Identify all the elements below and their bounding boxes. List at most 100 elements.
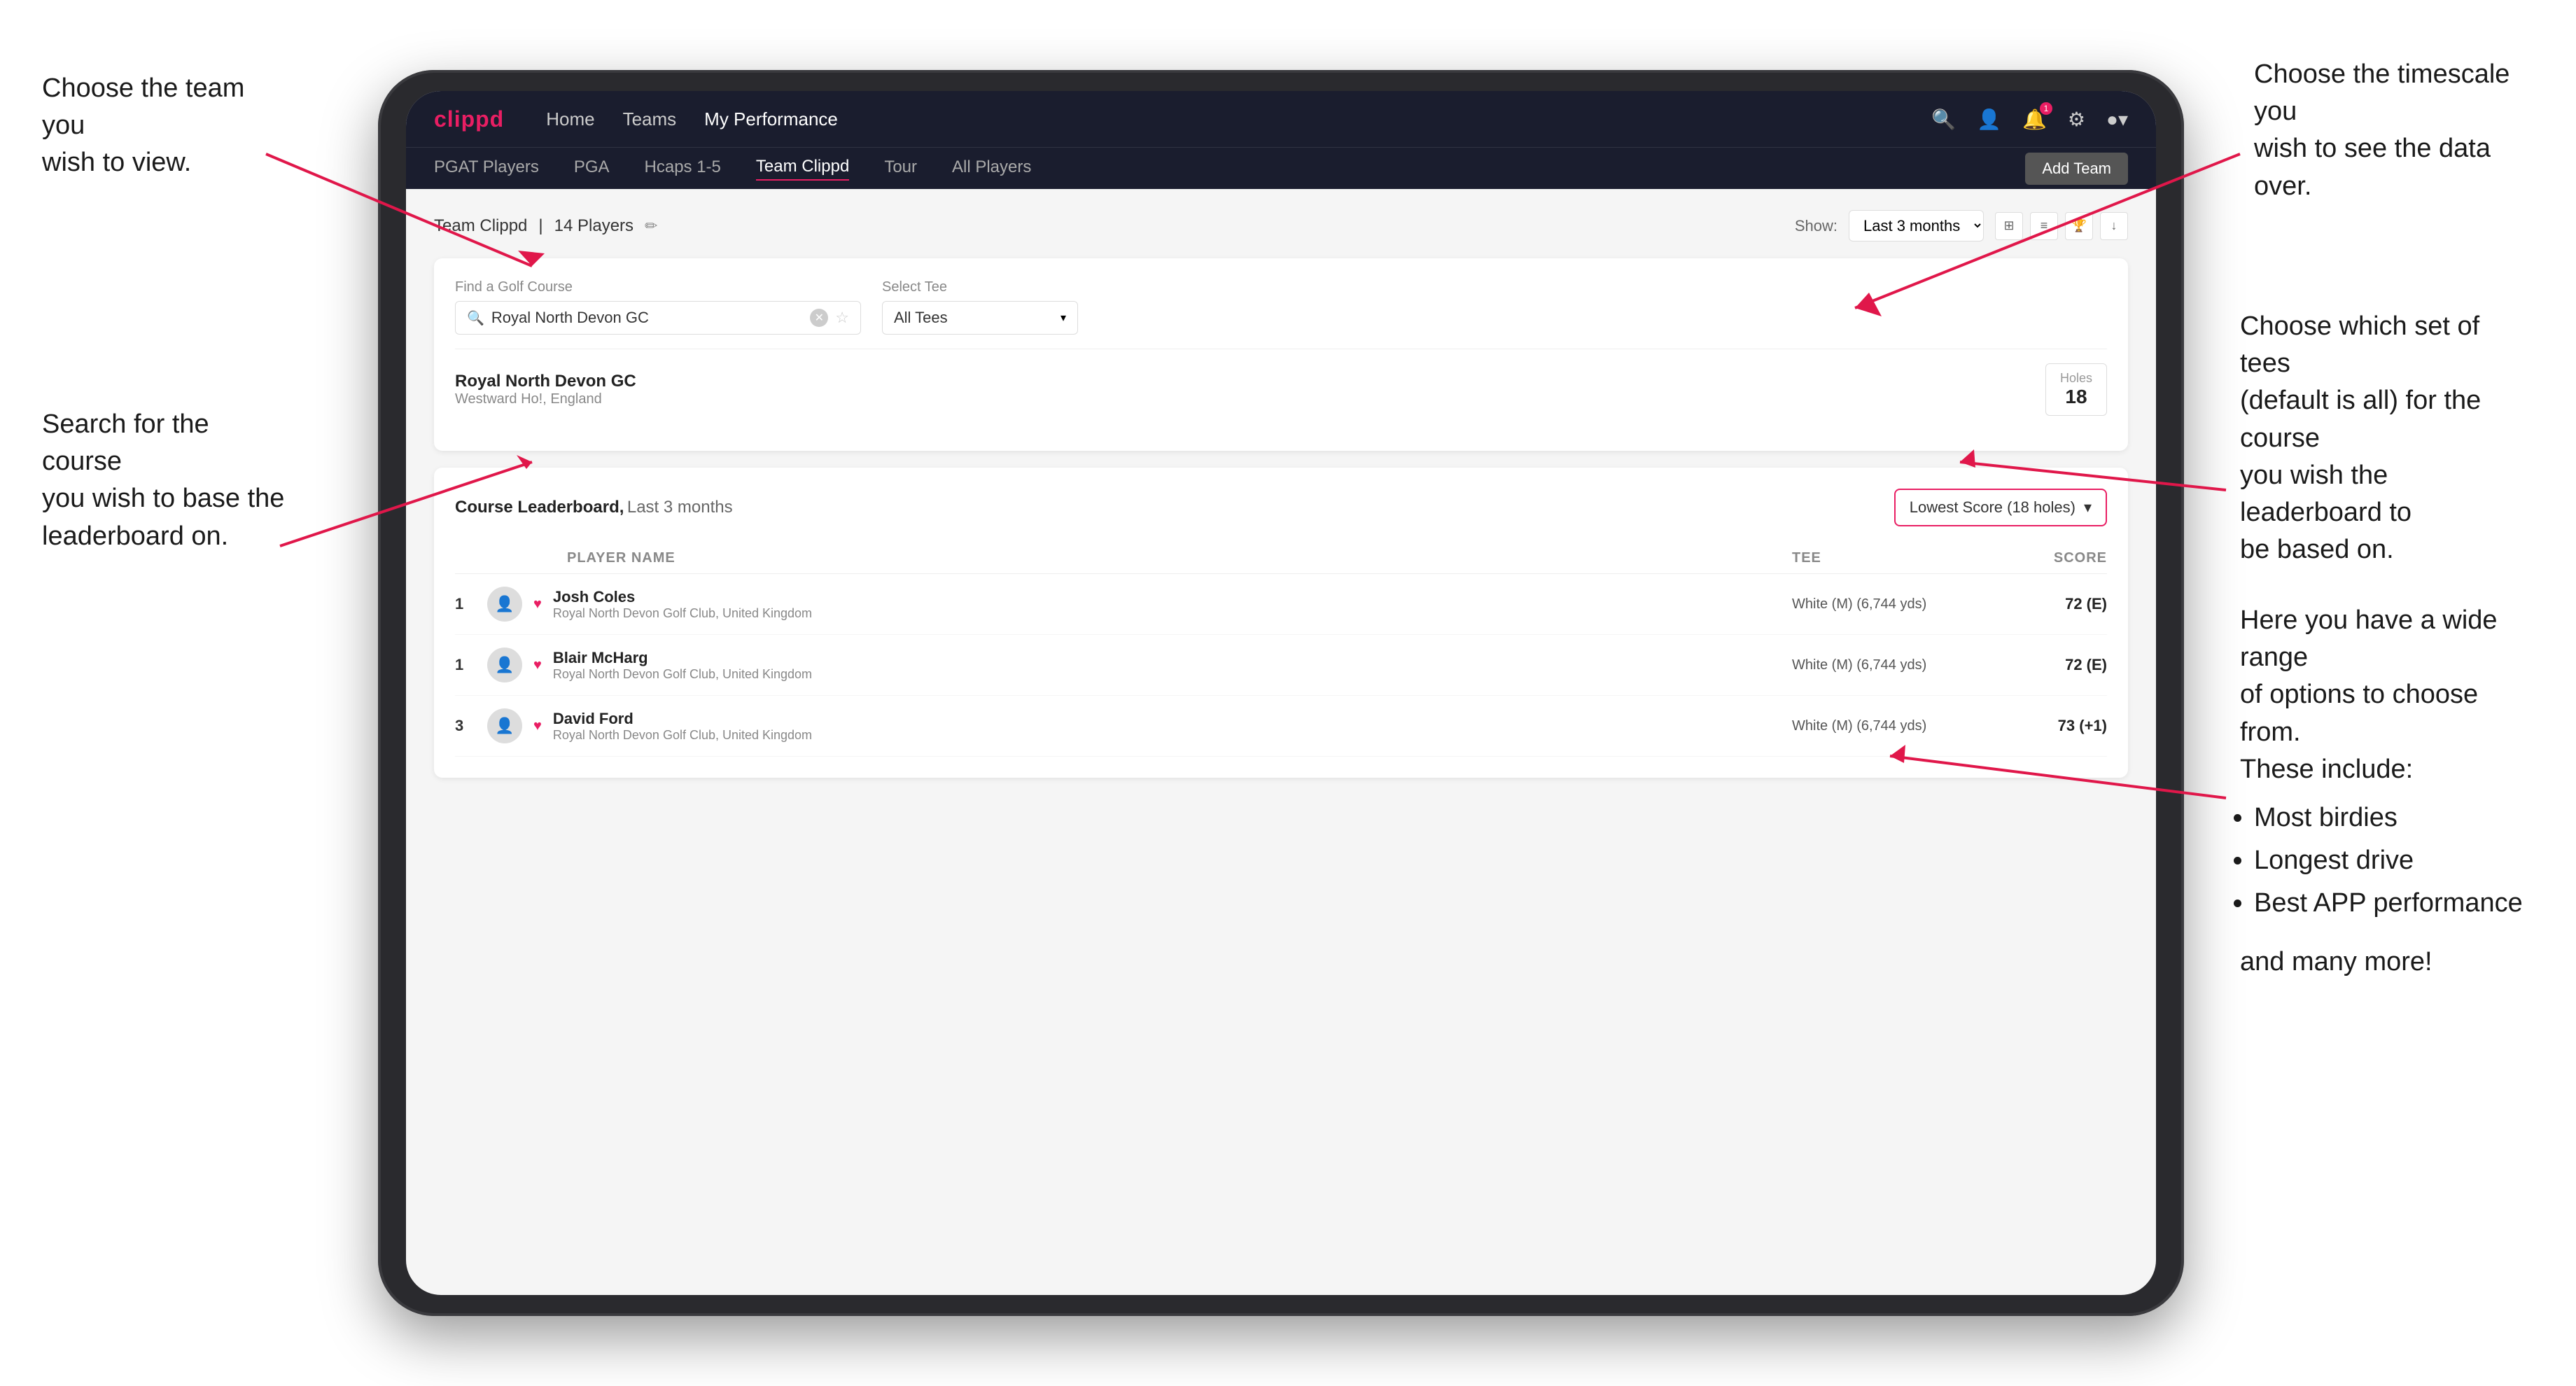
heart-icon-3[interactable]: ♥ [533, 718, 542, 734]
player-count: | [538, 216, 542, 236]
leaderboard-table: PLAYER NAME TEE SCORE 1 👤 ♥ Josh [455, 543, 2107, 757]
col-tee-header: TEE [1792, 550, 2002, 566]
tablet-screen: clippd Home Teams My Performance 🔍 👤 🔔1 … [406, 91, 2156, 1295]
heart-icon-1[interactable]: ♥ [533, 596, 542, 612]
player-name-1: Josh Coles [553, 588, 812, 606]
course-info: Royal North Devon GC Westward Ho!, Engla… [455, 372, 636, 407]
trophy-view-button[interactable]: 🏆 [2065, 212, 2093, 240]
profile-icon[interactable]: ●▾ [2106, 108, 2128, 131]
sub-nav-pgat[interactable]: PGAT Players [434, 158, 539, 180]
top-nav: clippd Home Teams My Performance 🔍 👤 🔔1 … [406, 91, 2156, 147]
player-club-2: Royal North Devon Golf Club, United King… [553, 667, 812, 682]
course-form: Find a Golf Course 🔍 ✕ ☆ Select Tee [455, 279, 2107, 335]
col-player-header: PLAYER NAME [455, 550, 1792, 566]
and-more-text: and many more! [2240, 944, 2534, 981]
bullet-list: Most birdies Longest drive Best APP perf… [2240, 799, 2534, 923]
course-search-wrapper: 🔍 ✕ ☆ [455, 301, 861, 335]
score-type-chevron: ▾ [2084, 498, 2092, 517]
holes-number: 18 [2060, 386, 2092, 408]
annotation-top-left: Choose the team you wish to view. [42, 70, 280, 182]
bell-icon[interactable]: 🔔1 [2022, 108, 2047, 131]
player-name-3: David Ford [553, 710, 812, 728]
show-label: Show: [1795, 217, 1837, 235]
clear-search-button[interactable]: ✕ [810, 309, 828, 327]
player-club-1: Royal North Devon Golf Club, United King… [553, 606, 812, 621]
search-icon[interactable]: 🔍 [1931, 108, 1956, 131]
list-view-button[interactable]: ≡ [2030, 212, 2058, 240]
bullet-1: Most birdies [2254, 799, 2534, 836]
player-details-1: Josh Coles Royal North Devon Golf Club, … [553, 588, 812, 621]
course-result: Royal North Devon GC Westward Ho!, Engla… [455, 349, 2107, 430]
edit-team-icon[interactable]: ✏ [645, 217, 657, 235]
player-club-3: Royal North Devon Golf Club, United King… [553, 728, 812, 743]
score-col-1: 72 (E) [2002, 595, 2107, 613]
player-rank-3: 3 [455, 717, 476, 735]
player-rank-2: 1 [455, 656, 476, 674]
leaderboard-header: Course Leaderboard, Last 3 months Lowest… [455, 489, 2107, 526]
favorite-button[interactable]: ☆ [835, 309, 849, 327]
holes-label: Holes [2060, 371, 2092, 386]
find-course-label: Find a Golf Course [455, 279, 861, 295]
download-button[interactable]: ↓ [2100, 212, 2128, 240]
annotation-bottom-right: Here you have a wide range of options to… [2240, 602, 2534, 981]
leaderboard-title: Course Leaderboard, Last 3 months [455, 498, 733, 517]
add-team-button[interactable]: Add Team [2025, 153, 2128, 185]
course-location: Westward Ho!, England [455, 391, 636, 407]
score-type-select[interactable]: Lowest Score (18 holes) ▾ [1894, 489, 2107, 526]
player-rank-1: 1 [455, 595, 476, 613]
annotation-mid-left: Search for the course you wish to base t… [42, 406, 294, 555]
nav-my-performance[interactable]: My Performance [704, 108, 838, 130]
player-name-2: Blair McHarg [553, 649, 812, 667]
time-period-select[interactable]: Last 3 months [1849, 210, 1984, 241]
team-title: Team Clippd | 14 Players ✏ [434, 216, 657, 236]
settings-icon[interactable]: ⚙ [2068, 108, 2085, 131]
tee-col-1: White (M) (6,744 yds) [1792, 596, 2002, 612]
nav-home[interactable]: Home [546, 108, 594, 130]
sub-nav-hcaps[interactable]: Hcaps 1-5 [645, 158, 721, 180]
app-logo: clippd [434, 106, 504, 132]
find-course-group: Find a Golf Course 🔍 ✕ ☆ [455, 279, 861, 335]
leaderboard-card: Course Leaderboard, Last 3 months Lowest… [434, 468, 2128, 778]
course-search-card: Find a Golf Course 🔍 ✕ ☆ Select Tee [434, 258, 2128, 451]
show-controls: Show: Last 3 months ⊞ ≡ 🏆 ↓ [1795, 210, 2128, 241]
tee-col-3: White (M) (6,744 yds) [1792, 718, 2002, 734]
tee-select-wrapper[interactable]: All Tees ▾ [882, 301, 1078, 335]
course-search-input[interactable] [491, 309, 803, 327]
sub-nav-all-players[interactable]: All Players [952, 158, 1031, 180]
score-col-3: 73 (+1) [2002, 717, 2107, 735]
score-col-2: 72 (E) [2002, 656, 2107, 674]
heart-icon-2[interactable]: ♥ [533, 657, 542, 673]
sub-nav-pga[interactable]: PGA [574, 158, 610, 180]
player-count-text: 14 Players [554, 216, 634, 236]
col-score-header: SCORE [2002, 550, 2107, 566]
select-tee-label: Select Tee [882, 279, 1078, 295]
tablet-frame: clippd Home Teams My Performance 🔍 👤 🔔1 … [378, 70, 2184, 1316]
tee-chevron-icon: ▾ [1060, 311, 1066, 325]
table-row: 3 👤 ♥ David Ford Royal North Devon Golf … [455, 696, 2107, 757]
view-icons: ⊞ ≡ 🏆 ↓ [1995, 212, 2128, 240]
team-header: Team Clippd | 14 Players ✏ Show: Last 3 … [434, 210, 2128, 241]
course-search-icon: 🔍 [467, 309, 484, 327]
sub-nav-tour[interactable]: Tour [884, 158, 917, 180]
player-col-2: 1 👤 ♥ Blair McHarg Royal North Devon Gol… [455, 648, 1792, 682]
team-name: Team Clippd [434, 216, 527, 236]
nav-teams[interactable]: Teams [623, 108, 677, 130]
player-details-3: David Ford Royal North Devon Golf Club, … [553, 710, 812, 743]
grid-view-button[interactable]: ⊞ [1995, 212, 2023, 240]
annotation-top-right: Choose the timescale you wish to see the… [2254, 56, 2534, 205]
score-type-label: Lowest Score (18 holes) [1910, 498, 2076, 517]
main-content: Team Clippd | 14 Players ✏ Show: Last 3 … [406, 189, 2156, 1295]
player-col-1: 1 👤 ♥ Josh Coles Royal North Devon Golf … [455, 587, 1792, 622]
player-avatar-3: 👤 [487, 708, 522, 743]
people-icon[interactable]: 👤 [1977, 108, 2001, 131]
nav-icons: 🔍 👤 🔔1 ⚙ ●▾ [1931, 108, 2128, 131]
player-details-2: Blair McHarg Royal North Devon Golf Club… [553, 649, 812, 682]
player-avatar-2: 👤 [487, 648, 522, 682]
app-container: clippd Home Teams My Performance 🔍 👤 🔔1 … [406, 91, 2156, 1295]
bullet-2: Longest drive [2254, 842, 2534, 879]
tee-select-value: All Tees [894, 309, 1054, 327]
table-row: 1 👤 ♥ Blair McHarg Royal North Devon Gol… [455, 635, 2107, 696]
holes-badge: Holes 18 [2045, 363, 2107, 416]
course-name: Royal North Devon GC [455, 372, 636, 391]
sub-nav-team-clippd[interactable]: Team Clippd [756, 157, 849, 181]
